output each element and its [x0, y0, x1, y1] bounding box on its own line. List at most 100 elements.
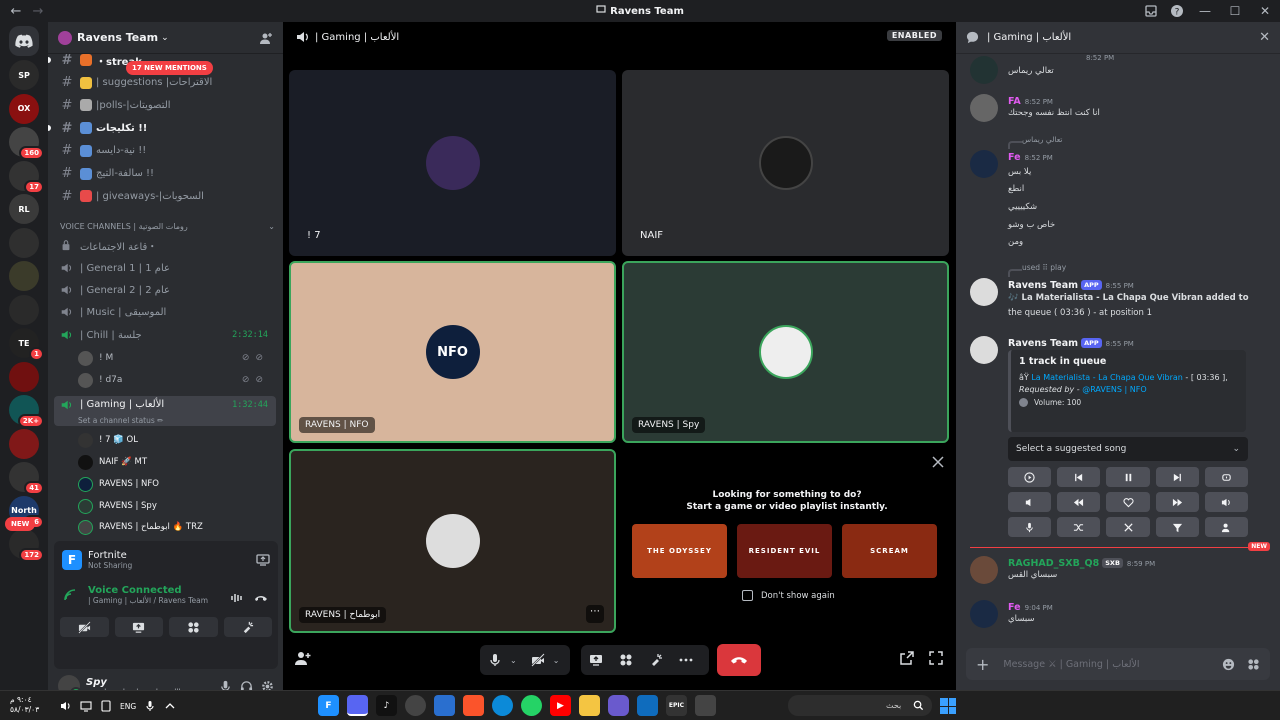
text-channel[interactable]: # نية-دايسه !! — [54, 141, 276, 161]
disconnect-icon[interactable] — [254, 591, 268, 605]
windows-start-button[interactable] — [940, 698, 956, 714]
server-icon[interactable]: 41 — [9, 462, 44, 495]
like-button[interactable] — [1106, 492, 1150, 512]
fast-forward-button[interactable] — [1155, 492, 1199, 512]
minimize-button[interactable]: — — [1190, 0, 1220, 22]
camera-off-icon[interactable] — [530, 653, 545, 667]
close-window-button[interactable]: ✕ — [1250, 0, 1280, 22]
rewind-button[interactable] — [1057, 492, 1101, 512]
server-icon[interactable] — [9, 428, 39, 459]
epic-games-app-icon[interactable]: EPIC — [666, 695, 687, 716]
participant-tile-7[interactable]: ! 7 — [289, 70, 616, 256]
voice-user[interactable]: ! M ⊘⊘ — [78, 348, 273, 368]
message-author[interactable]: RAGHAD_SXB_Q8 — [1008, 558, 1099, 569]
username[interactable]: Spy — [86, 677, 180, 688]
server-icon[interactable]: SP — [9, 60, 39, 90]
network-icon[interactable] — [80, 700, 92, 712]
message-author[interactable]: Ravens Team — [1008, 338, 1078, 349]
pop-out-icon[interactable] — [899, 650, 915, 666]
voice-user[interactable]: ! 7 🧊 OL — [78, 430, 273, 450]
text-channel[interactable]: # تكليجات !! — [54, 118, 276, 138]
new-servers-badge[interactable]: NEW — [5, 517, 36, 531]
reply-reference[interactable]: تعالي ريماس — [1007, 135, 1062, 149]
message-author[interactable]: Fe — [1008, 602, 1021, 613]
attach-plus-button[interactable]: + — [976, 655, 989, 674]
message-author[interactable]: Fe — [1008, 152, 1021, 163]
voice-channel[interactable]: قاعة الاجتماعات・ — [54, 235, 276, 255]
system-clock[interactable]: ٩:٠٤ م ٥٨/٠٣/٠٣ — [10, 695, 39, 715]
noise-suppression-icon[interactable] — [230, 591, 244, 605]
suggested-song-select[interactable]: Select a suggested song ⌄ — [1008, 437, 1248, 461]
leave-call-button[interactable] — [717, 644, 761, 676]
language-indicator[interactable]: ENG — [120, 702, 136, 711]
checkbox-box[interactable] — [742, 590, 753, 601]
close-chat-button[interactable]: ✕ — [1259, 30, 1270, 45]
share-screen-icon[interactable] — [256, 553, 270, 567]
microphone-icon[interactable] — [144, 700, 156, 712]
desktop-app-icon[interactable] — [434, 695, 455, 716]
emoji-icon[interactable] — [1222, 658, 1235, 671]
home-button[interactable] — [9, 26, 39, 56]
camera-off-button[interactable] — [60, 617, 109, 637]
pause-button[interactable] — [1106, 467, 1150, 487]
message-author[interactable]: FA — [1008, 96, 1021, 107]
close-icon[interactable] — [931, 455, 945, 469]
participant-tile-nfo[interactable]: NFO RAVENS | NFO — [289, 261, 616, 443]
voice-category-header[interactable]: VOICE CHANNELS | رومات الصوتية ⌄ — [60, 222, 275, 231]
previous-button[interactable] — [1057, 467, 1101, 487]
activities-icon[interactable] — [619, 653, 633, 667]
voice-channel[interactable]: | General 2 | عام 2 — [54, 280, 276, 300]
server-icon[interactable]: 172 — [9, 529, 44, 562]
text-channel[interactable]: # سالفة-التيج !! — [54, 164, 276, 184]
game-card-resident-evil[interactable]: RESIDENT EVIL — [737, 524, 832, 578]
discord-app-icon[interactable] — [347, 695, 368, 716]
server-icon[interactable]: RL — [9, 194, 39, 224]
share-screen-button[interactable] — [114, 617, 163, 637]
user-avatar[interactable] — [970, 150, 998, 178]
chevron-down-icon[interactable]: ⌄ — [510, 656, 517, 665]
server-icon[interactable] — [9, 227, 39, 258]
voice-user[interactable]: RAVENS | NFO — [78, 474, 273, 494]
soundboard-icon[interactable] — [649, 653, 663, 667]
whatsapp-app-icon[interactable] — [521, 695, 542, 716]
add-people-icon[interactable] — [295, 650, 311, 666]
bot-avatar[interactable] — [970, 278, 998, 306]
reply-reference[interactable]: used ⠿ play — [1007, 263, 1066, 277]
server-icon[interactable]: TE 1 — [9, 328, 44, 361]
screen-share-icon[interactable] — [589, 653, 603, 667]
chevron-up-icon[interactable] — [164, 700, 176, 712]
shuffle-button[interactable] — [1057, 517, 1101, 537]
more-options-button[interactable]: ⋯ — [586, 605, 604, 623]
soundboard-button[interactable] — [223, 617, 272, 637]
voice-channel[interactable]: | Music | الموسيقى — [54, 302, 276, 322]
activities-button[interactable] — [169, 617, 218, 637]
user-avatar[interactable] — [970, 94, 998, 122]
participant-tile-spy[interactable]: RAVENS | Spy — [622, 261, 949, 443]
microphone-icon[interactable] — [488, 653, 502, 667]
steam-app-icon[interactable] — [405, 695, 426, 716]
text-channel[interactable]: # | suggestions |الاقتراحات — [54, 73, 276, 93]
xbox-app-icon[interactable] — [695, 695, 716, 716]
edge-app-icon[interactable] — [492, 695, 513, 716]
user-avatar[interactable] — [970, 600, 998, 628]
chevron-down-icon[interactable]: ⌄ — [553, 656, 560, 665]
server-icon[interactable] — [9, 261, 39, 291]
game-card-scream[interactable]: SCREAM — [842, 524, 937, 578]
new-mentions-badge[interactable]: 17 NEW MENTIONS — [126, 61, 213, 75]
copilot-app-icon[interactable] — [608, 695, 629, 716]
tiktok-app-icon[interactable]: ♪ — [376, 695, 397, 716]
text-channel[interactable]: # | giveaways-|السحوبات — [54, 186, 276, 206]
server-icon[interactable]: 17 — [9, 160, 44, 194]
loop-button[interactable] — [1204, 467, 1249, 487]
server-icon[interactable] — [9, 294, 39, 325]
text-channel[interactable]: # |polls-|التصويتات — [54, 95, 276, 115]
stop-button[interactable] — [1106, 517, 1150, 537]
user-avatar[interactable] — [970, 556, 998, 584]
server-icon[interactable] — [9, 361, 39, 392]
requester-mention[interactable]: @RAVENS | NFO — [1082, 385, 1146, 394]
channel-status[interactable]: Set a channel status ✏ — [78, 416, 163, 425]
store-app-icon[interactable] — [637, 695, 658, 716]
invite-people-icon[interactable] — [259, 31, 273, 45]
taskbar-search[interactable]: بحث — [788, 695, 932, 716]
voice-user[interactable]: RAVENS | ابوطماح 🔥 TRZ — [78, 517, 273, 537]
